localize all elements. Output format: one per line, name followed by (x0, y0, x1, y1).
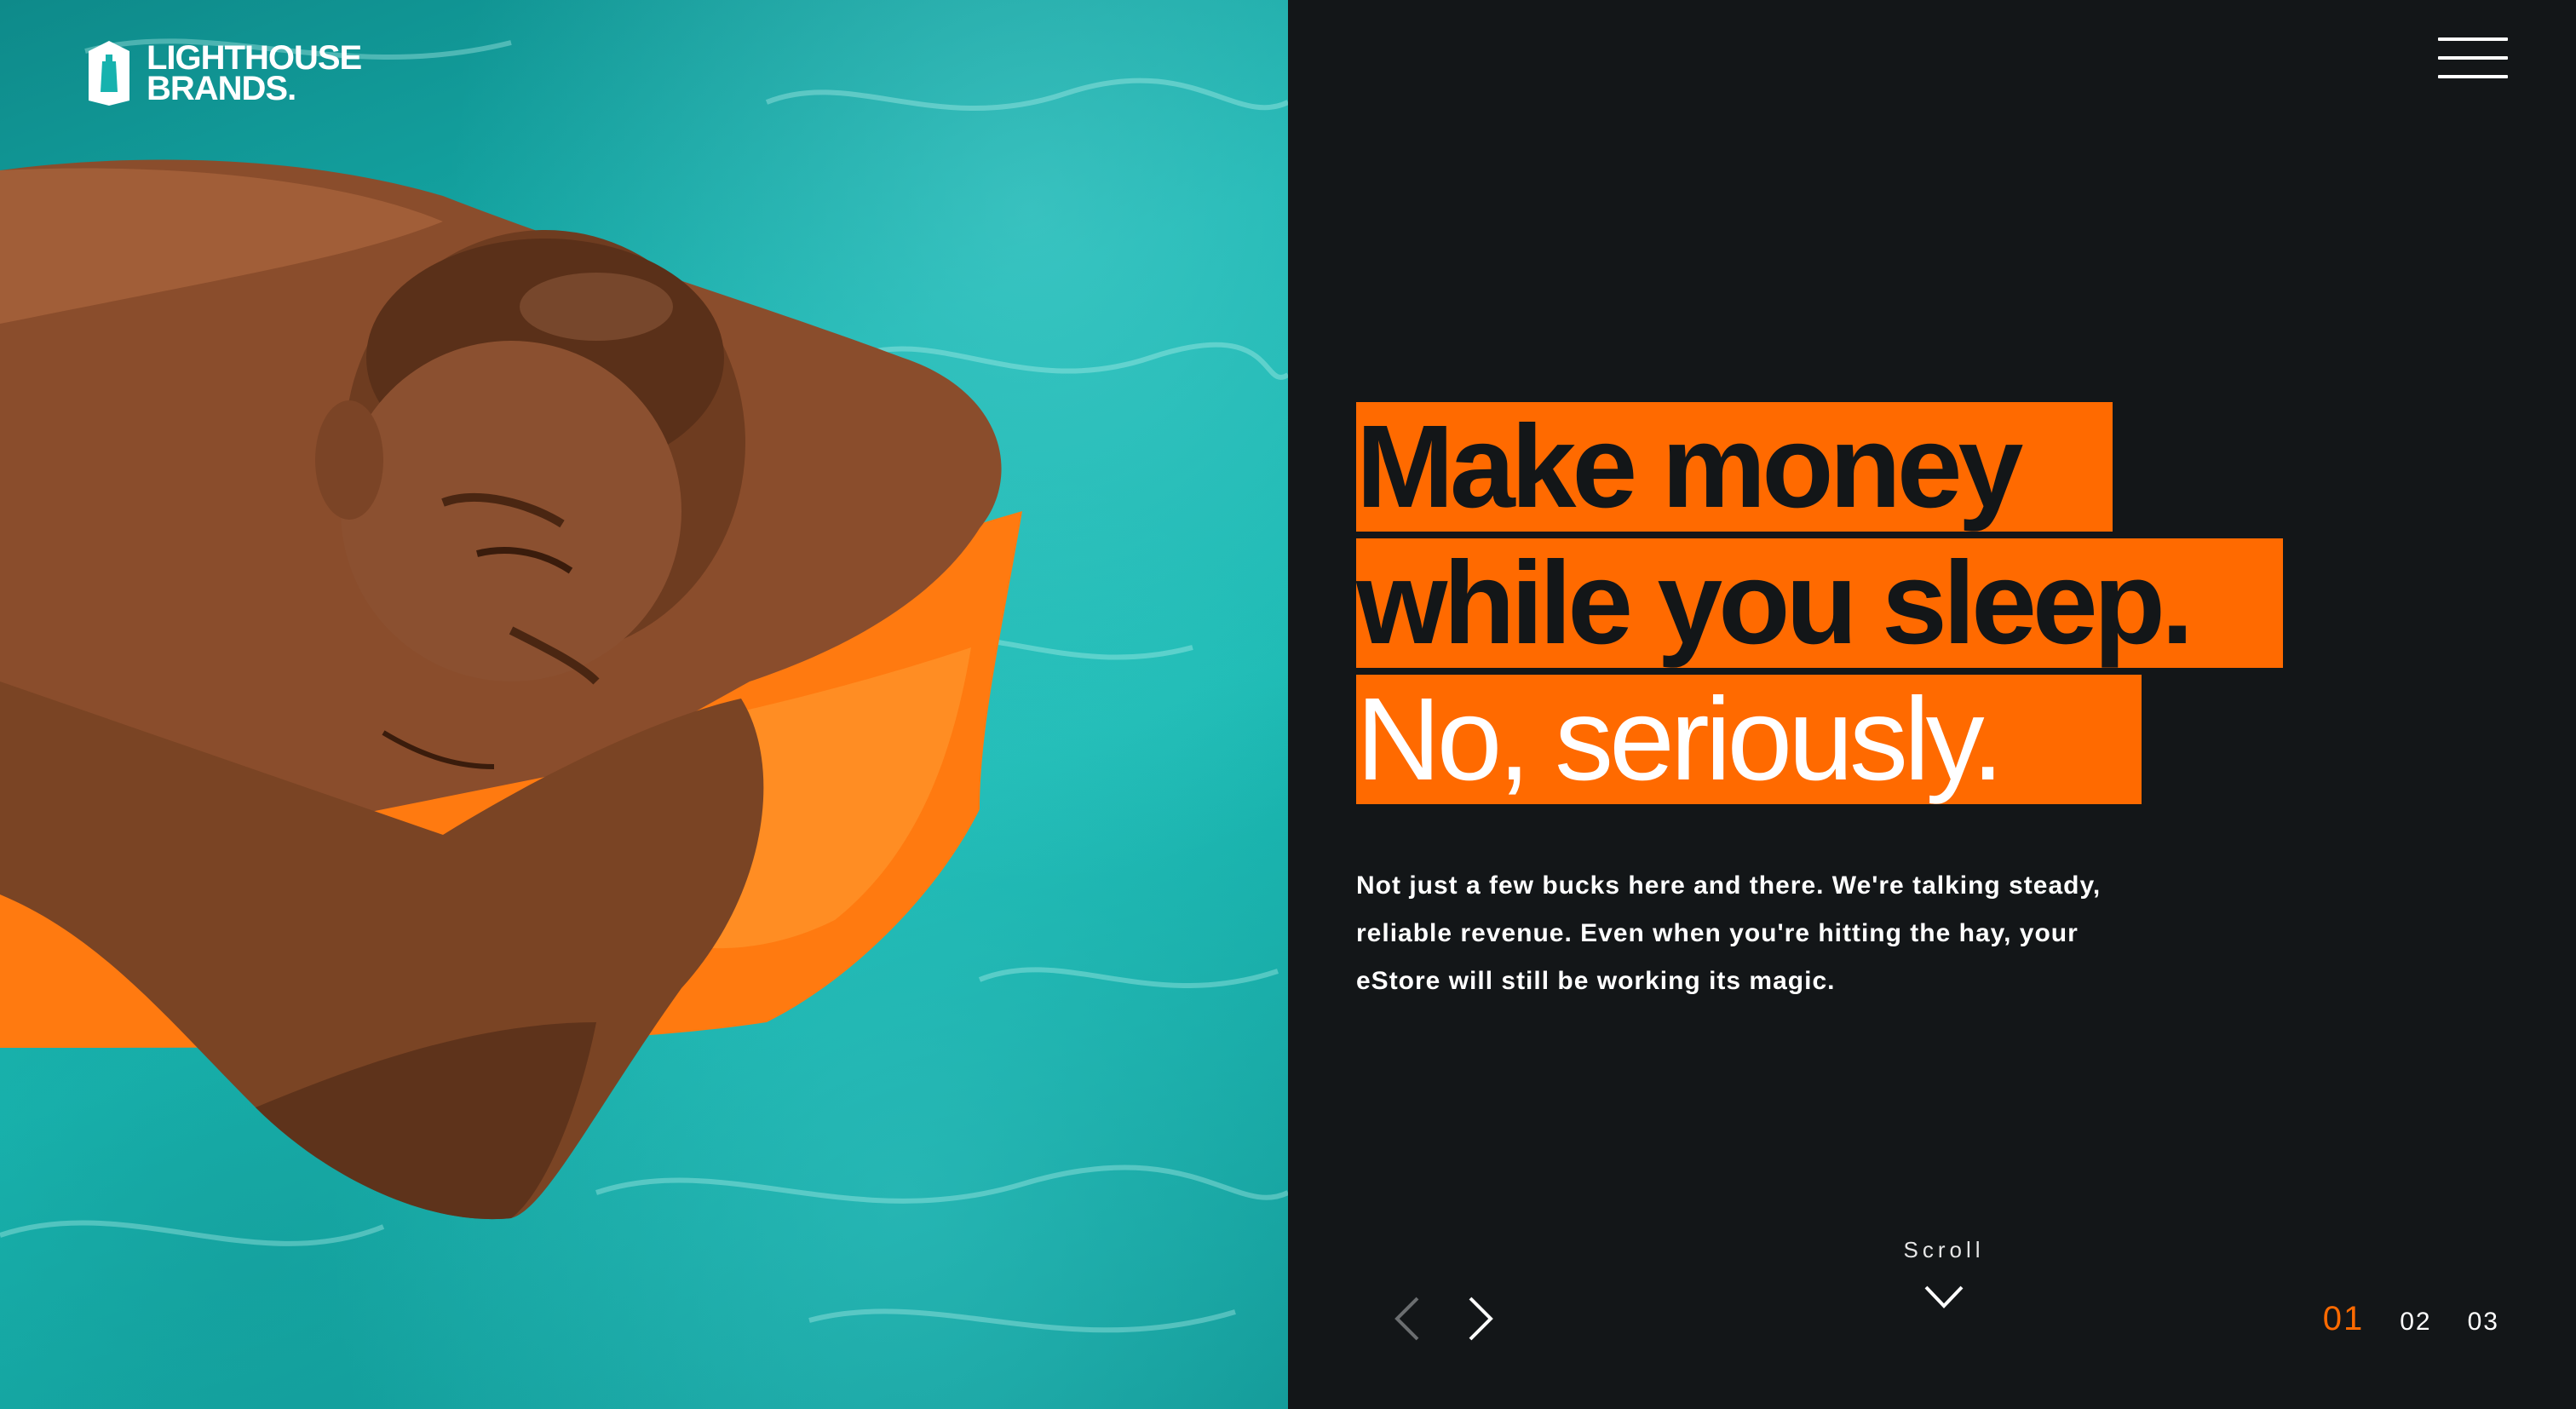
brand-wordmark: LIGHTHOUSE BRANDS. (147, 39, 362, 107)
headline-line-3: No, seriously. (1356, 675, 2142, 804)
hero-photo (0, 0, 1288, 1409)
pool-illustration (0, 38, 1288, 1333)
hero-description: Not just a few bucks here and there. We'… (1356, 871, 2102, 995)
pager-item-01[interactable]: 01 (2323, 1300, 2365, 1338)
hamburger-icon[interactable] (2438, 37, 2508, 78)
brand-line-1: LIGHTHOUSE (147, 39, 362, 77)
scroll-label: Scroll (1903, 1237, 1985, 1262)
brand-logo[interactable]: LIGHTHOUSE BRANDS. (83, 39, 362, 107)
lighthouse-icon (89, 41, 129, 106)
hero-headline: Make money while you sleep. No, seriousl… (1356, 402, 2284, 811)
headline-line-1: Make money (1356, 402, 2113, 532)
chevron-right-icon[interactable] (1463, 1295, 1498, 1343)
headline-line-2: while you sleep. (1356, 538, 2284, 668)
pager-item-03[interactable]: 03 (2468, 1308, 2499, 1337)
scroll-indicator[interactable]: Scroll (1893, 1237, 1995, 1314)
slide-pager: 01 02 03 (2323, 1300, 2499, 1338)
brand-line-2: BRANDS. (147, 70, 296, 107)
chevron-left-icon[interactable] (1390, 1295, 1424, 1343)
content-panel: Make money while you sleep. No, seriousl… (1288, 0, 2576, 1409)
chevron-down-icon (1924, 1285, 1964, 1308)
pager-item-02[interactable]: 02 (2400, 1308, 2431, 1337)
